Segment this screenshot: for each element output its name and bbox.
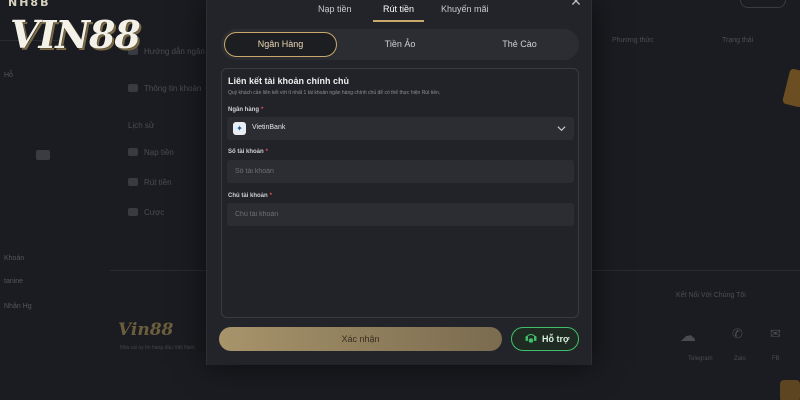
brand-logo-text: VIN88 xyxy=(10,12,141,57)
background-sidebar-item: Hỗ xyxy=(4,72,13,79)
background-sidebar-item: Nhận Hg xyxy=(4,303,32,310)
background-sidebar-item: tanine xyxy=(4,278,24,285)
support-chat-icon xyxy=(525,334,537,343)
required-mark: * xyxy=(269,193,273,199)
account-holder-input[interactable] xyxy=(227,203,574,226)
background-social-label: Zalo xyxy=(734,356,746,362)
account-number-label: Số tài khoản * xyxy=(228,149,268,155)
brand-logo-top-text: NH8B xyxy=(8,0,51,9)
confirm-button[interactable]: Xác nhận xyxy=(219,327,502,351)
bank-label: Ngân hàng * xyxy=(228,107,263,113)
account-number-input[interactable] xyxy=(227,160,574,183)
support-button-label: Hỗ trợ xyxy=(542,334,570,344)
background-social-label: Telegram xyxy=(688,356,713,362)
tab-promotions[interactable]: Khuyến mãi xyxy=(439,3,491,21)
cloud-icon: ☁ xyxy=(680,328,696,345)
background-menu-icon xyxy=(128,208,138,216)
background-menu-icon xyxy=(128,178,138,186)
background-social-heading: Kết Nối Với Chúng Tôi xyxy=(676,292,746,299)
background-menu-item: Rút tiền xyxy=(144,178,172,187)
bank-select[interactable]: ✦ VietinBank xyxy=(227,117,574,140)
bank-label-text: Ngân hàng xyxy=(228,107,259,113)
account-holder-field xyxy=(227,203,574,226)
support-button[interactable]: Hỗ trợ xyxy=(511,327,579,351)
account-number-field xyxy=(227,160,574,183)
background-login-button xyxy=(740,0,786,8)
background-menu-item: Thông tin khoản xyxy=(144,84,202,93)
background-footer-logo: Vin88 xyxy=(118,320,174,340)
chat-icon: ✉ xyxy=(770,326,781,341)
account-holder-label: Chủ tài khoản * xyxy=(228,193,272,199)
account-number-label-text: Số tài khoản xyxy=(228,149,264,155)
background-social-label: FB xyxy=(772,356,780,362)
background-menu-item: Nạp tiền xyxy=(144,148,174,157)
panel-title: Liên kết tài khoản chính chủ xyxy=(228,76,350,86)
tab-deposit[interactable]: Nạp tiền xyxy=(316,3,354,21)
required-mark: * xyxy=(261,107,264,113)
background-sidebar: Hỗ Khoản tanine Nhận Hg xyxy=(0,40,60,380)
bank-select-value: VietinBank xyxy=(252,124,286,131)
background-divider xyxy=(110,270,206,271)
background-divider xyxy=(592,270,800,271)
account-holder-label-text: Chủ tài khoản xyxy=(228,193,268,199)
panel-description: Quý khách cần liên kết với ít nhất 1 tài… xyxy=(228,90,441,96)
tab-crypto[interactable]: Tiền Ảo xyxy=(345,32,455,57)
link-account-panel: Liên kết tài khoản chính chủ Quý khách c… xyxy=(221,68,579,318)
background-footer-tagline: Nhà cái uy tín hàng đầu Việt Nam xyxy=(120,345,195,351)
background-cards-decoration xyxy=(780,380,800,400)
chevron-down-icon xyxy=(557,126,566,132)
tab-scratch-card[interactable]: Thẻ Cào xyxy=(463,32,576,57)
top-tab-bar: Nạp tiền Rút tiền Khuyến mãi xyxy=(207,3,591,23)
tab-withdraw[interactable]: Rút tiền xyxy=(372,3,425,22)
tab-bank[interactable]: Ngân Hàng xyxy=(224,32,337,57)
brand-logo[interactable]: NH8B VIN88 xyxy=(2,0,174,58)
phone-icon: ✆ xyxy=(732,326,743,341)
required-mark: * xyxy=(265,149,269,155)
withdraw-modal: ✕ Nạp tiền Rút tiền Khuyến mãi Ngân Hàng… xyxy=(206,0,592,365)
background-wallet-icon xyxy=(36,150,50,160)
vietinbank-icon: ✦ xyxy=(233,122,246,135)
background-column-header: Trạng thái xyxy=(722,37,754,44)
background-column-header: Phương thức xyxy=(612,37,654,44)
method-tab-bar: Ngân Hàng Tiền Ảo Thẻ Cào xyxy=(221,29,579,60)
background-sidebar-item: Khoản xyxy=(4,255,25,262)
background-menu-heading: Lịch sử xyxy=(128,121,155,130)
background-menu-icon xyxy=(128,148,138,156)
background-menu-icon xyxy=(128,84,138,92)
background-menu-item: Cược xyxy=(144,208,165,217)
background-cards-decoration xyxy=(781,68,800,108)
